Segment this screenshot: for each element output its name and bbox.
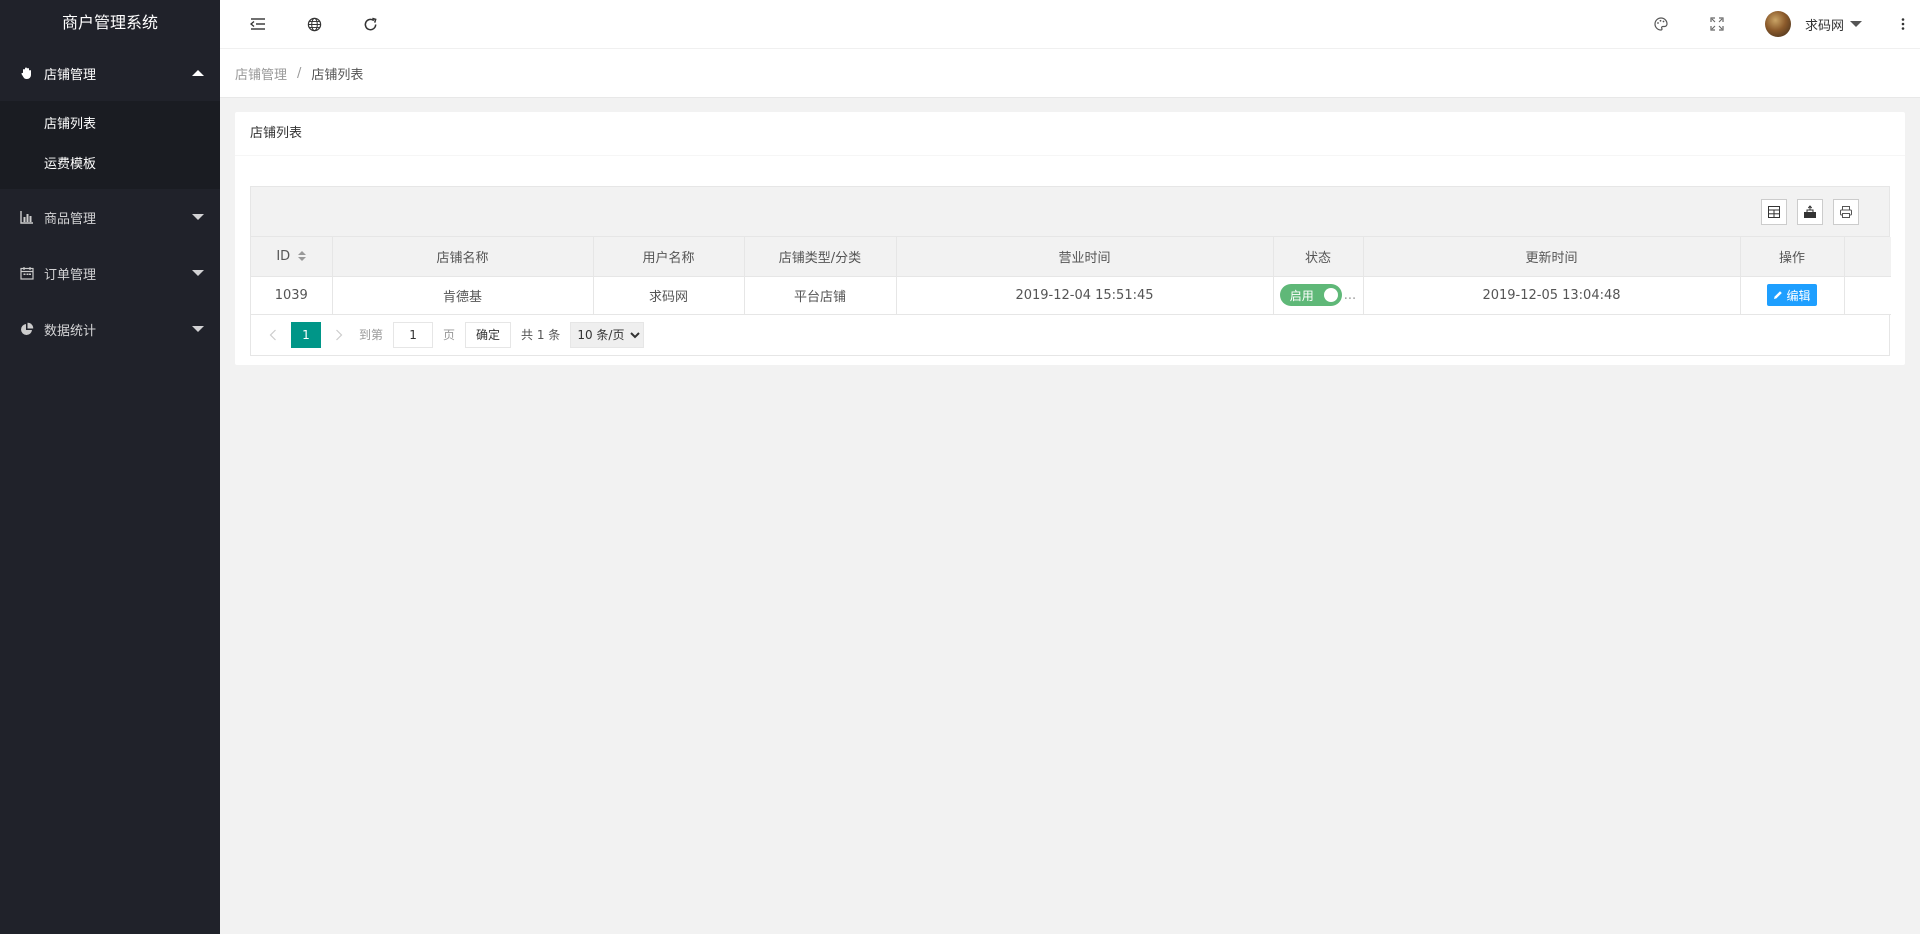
fullscreen-icon[interactable] bbox=[1705, 12, 1729, 36]
cell-action: 编辑 bbox=[1740, 276, 1845, 315]
pencil-icon bbox=[1774, 291, 1783, 299]
page-size-select[interactable]: 10 条/页 bbox=[570, 321, 645, 348]
globe-icon[interactable] bbox=[302, 12, 326, 36]
more-vertical-icon[interactable] bbox=[1891, 12, 1915, 36]
caret-down-icon bbox=[1850, 21, 1863, 27]
goto-page-input[interactable] bbox=[393, 321, 434, 348]
theme-palette-icon[interactable] bbox=[1649, 12, 1673, 36]
page-suffix: 页 bbox=[443, 328, 456, 342]
hand-icon bbox=[20, 66, 34, 80]
col-header-updated: 更新时间 bbox=[1363, 237, 1741, 277]
breadcrumb-current: 店铺列表 bbox=[311, 67, 364, 83]
next-page-icon[interactable] bbox=[329, 329, 349, 341]
col-header-id[interactable]: ID bbox=[251, 237, 333, 277]
prev-page-icon[interactable] bbox=[263, 329, 283, 341]
col-header-open-time: 营业时间 bbox=[896, 237, 1274, 277]
refresh-icon[interactable] bbox=[358, 12, 382, 36]
cell-shop-type: 平台店铺 bbox=[744, 276, 897, 315]
sidebar-item-shipping-template[interactable]: 运费模板 bbox=[0, 145, 220, 185]
sidebar-group-label: 店铺管理 bbox=[44, 67, 97, 83]
status-switch[interactable]: 启用 bbox=[1279, 284, 1342, 306]
shop-table: ID 店铺名称 用户名称 店铺类型/分类 营业时间 状态 更新时间 操作 103… bbox=[251, 237, 1891, 315]
collapse-menu-icon[interactable] bbox=[246, 12, 270, 36]
sidebar-submenu: 店铺列表 运费模板 bbox=[0, 101, 220, 189]
app-title: 商户管理系统 bbox=[61, 13, 158, 32]
cell-id: 1039 bbox=[251, 276, 333, 315]
chevron-down-icon bbox=[192, 214, 204, 220]
edit-button-label: 编辑 bbox=[1786, 288, 1811, 303]
cell-fixed-spacer bbox=[1844, 276, 1891, 315]
sidebar: 商户管理系统 店铺管理 店铺列表 运费模板 商品管理 订单管理 数据统计 bbox=[0, 0, 220, 934]
cell-shop-name: 肯德基 bbox=[332, 276, 594, 315]
edit-button[interactable]: 编辑 bbox=[1767, 284, 1817, 306]
cell-updated: 2019-12-05 13:04:48 bbox=[1363, 276, 1741, 315]
col-header-fixed-spacer bbox=[1844, 237, 1891, 277]
goto-label: 到第 bbox=[359, 328, 384, 342]
col-header-user-name: 用户名称 bbox=[593, 237, 745, 277]
current-page[interactable]: 1 bbox=[291, 321, 321, 348]
breadcrumb-separator: / bbox=[297, 65, 302, 81]
status-overflow: ... bbox=[1343, 287, 1357, 303]
user-menu[interactable]: 求码网 bbox=[1765, 9, 1863, 39]
goto-confirm-button[interactable]: 确定 bbox=[465, 321, 512, 348]
data-table: ID 店铺名称 用户名称 店铺类型/分类 营业时间 状态 更新时间 操作 103… bbox=[250, 186, 1891, 356]
status-switch-label: 启用 bbox=[1289, 288, 1314, 303]
column-filter-icon[interactable] bbox=[1761, 199, 1787, 225]
user-name: 求码网 bbox=[1805, 18, 1845, 34]
pagination: 1 到第 页 确定 共 1 条 10 条/页 bbox=[251, 315, 1889, 355]
pie-chart-icon bbox=[20, 322, 34, 336]
bar-chart-icon bbox=[20, 210, 34, 224]
col-header-action: 操作 bbox=[1740, 237, 1845, 277]
sidebar-group-label: 订单管理 bbox=[44, 267, 97, 283]
chevron-down-icon bbox=[192, 270, 204, 276]
sidebar-item-shop-list[interactable]: 店铺列表 bbox=[0, 105, 220, 145]
sidebar-group-product-management[interactable]: 商品管理 bbox=[0, 189, 220, 245]
export-icon[interactable] bbox=[1797, 199, 1823, 225]
table-row: 1039 肯德基 求码网 平台店铺 2019-12-04 15:51:45 启用… bbox=[251, 276, 1891, 315]
breadcrumb-parent[interactable]: 店铺管理 bbox=[235, 64, 287, 83]
sidebar-group-label: 商品管理 bbox=[44, 211, 97, 227]
switch-knob bbox=[1323, 288, 1338, 302]
print-icon[interactable] bbox=[1833, 199, 1859, 225]
col-header-shop-type: 店铺类型/分类 bbox=[744, 237, 897, 277]
sidebar-group-statistics[interactable]: 数据统计 bbox=[0, 301, 220, 357]
avatar bbox=[1765, 11, 1791, 37]
card-title: 店铺列表 bbox=[235, 112, 1905, 156]
total-count: 共 1 条 bbox=[521, 328, 561, 342]
table-header-row: ID 店铺名称 用户名称 店铺类型/分类 营业时间 状态 更新时间 操作 bbox=[251, 237, 1891, 277]
col-header-status: 状态 bbox=[1273, 237, 1364, 277]
calendar-icon bbox=[20, 266, 34, 280]
cell-open-time: 2019-12-04 15:51:45 bbox=[896, 276, 1274, 315]
cell-user-name: 求码网 bbox=[593, 276, 745, 315]
col-header-shop-name: 店铺名称 bbox=[332, 237, 594, 277]
top-header: 求码网 bbox=[220, 0, 1920, 49]
sidebar-group-order-management[interactable]: 订单管理 bbox=[0, 245, 220, 301]
sidebar-group-shop-management[interactable]: 店铺管理 bbox=[0, 45, 220, 101]
sidebar-group-label: 数据统计 bbox=[44, 323, 97, 339]
chevron-up-icon bbox=[192, 70, 204, 76]
cell-status: 启用... bbox=[1273, 276, 1364, 315]
chevron-down-icon bbox=[192, 326, 204, 332]
sort-icon[interactable] bbox=[298, 251, 307, 262]
shop-list-card: 店铺列表 ID 店铺名称 用户名称 店铺类型/分类 营业时间 状态 更新时间 操… bbox=[235, 112, 1905, 365]
table-toolbar bbox=[251, 187, 1889, 237]
breadcrumb: 店铺管理 / 店铺列表 bbox=[220, 49, 1920, 98]
